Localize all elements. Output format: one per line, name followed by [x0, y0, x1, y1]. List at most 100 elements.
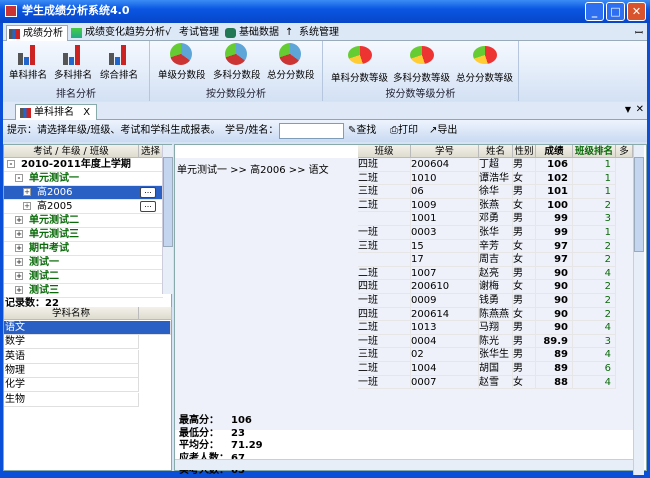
table-cell: 90	[536, 266, 573, 281]
column-header[interactable]: 姓名	[479, 145, 513, 158]
tree-node[interactable]: + 测试一	[4, 256, 163, 270]
table-cell: 丁超	[479, 158, 513, 172]
table-cell: 2	[573, 253, 616, 267]
expand-icon[interactable]: +	[15, 230, 23, 238]
find-label: 查找	[356, 125, 377, 136]
minimize-button[interactable]: _	[585, 2, 604, 21]
expand-icon[interactable]: +	[15, 244, 23, 252]
tree-node[interactable]: + 高2005...	[4, 200, 163, 214]
table-cell: 200614	[411, 307, 479, 322]
table-row[interactable]: 17 周吉女 97 2	[175, 253, 633, 267]
collapse-icon[interactable]: -	[7, 160, 15, 168]
expand-icon[interactable]: +	[15, 258, 23, 266]
subject-item[interactable]: 化学	[4, 378, 139, 393]
pin-icon[interactable]: ꟷ	[635, 25, 643, 39]
tree-node-label: 单元测试二	[29, 215, 79, 226]
table-row[interactable]: 四班 200614 陈燕燕女 90 2	[175, 307, 633, 322]
table-row[interactable]: 二班 1009 张燕女 100 2	[175, 198, 633, 213]
subject-item[interactable]: 生物	[4, 392, 139, 407]
table-cell: 男	[513, 266, 536, 281]
table-row[interactable]: 四班 200610 谢梅女 90 2	[175, 280, 633, 294]
tab-system-management[interactable]: ↑ 系统管理	[283, 25, 339, 41]
tab-score-analysis[interactable]: 成绩分析	[6, 25, 68, 41]
select-button[interactable]: ...	[140, 187, 156, 198]
table-row[interactable]: 1001 邓勇男 99 3	[175, 212, 633, 226]
expand-icon[interactable]: +	[15, 272, 23, 280]
expand-icon[interactable]: +	[15, 286, 23, 294]
column-header[interactable]: 学号	[411, 145, 479, 158]
doc-tab-single-rank[interactable]: 单科排名 X	[15, 104, 98, 121]
table-row[interactable]: 三班 15 辛芳女 97 2	[175, 239, 633, 254]
tree-node[interactable]: + 单元测试二	[4, 214, 163, 228]
expand-icon[interactable]: +	[15, 216, 23, 224]
tree-node[interactable]: -2010-2011年度上学期	[4, 158, 163, 172]
arrow-up-icon: ↑	[285, 27, 294, 38]
single-subject-rank-button[interactable]: 单科排名	[9, 43, 47, 81]
column-header[interactable]: 性别	[513, 145, 536, 158]
close-icon[interactable]: ✕	[636, 104, 644, 115]
table-cell: 97	[536, 253, 573, 267]
stat-label: 最高分：	[179, 415, 219, 426]
multi-band-button[interactable]: 多科分数段	[213, 43, 261, 81]
export-button[interactable]: ↗导出	[429, 120, 457, 142]
table-row[interactable]: 一班 0004 陈光男 89.9 3	[175, 334, 633, 349]
single-level-button[interactable]: 单科分数等级	[331, 43, 388, 84]
main-frame: 成绩分析 成绩变化趋势分析 √ 考试管理 基础数据 ↑ 系统管理 ꟷ 单科排名 多科…	[3, 23, 647, 476]
multi-level-button[interactable]: 多科分数等级	[393, 43, 450, 84]
single-band-button[interactable]: 单级分数段	[158, 43, 206, 81]
subject-item[interactable]: 语文	[4, 321, 171, 335]
dropdown-icon[interactable]: ▼	[625, 105, 631, 114]
table-cell: 男	[513, 226, 536, 240]
tree-node[interactable]: + 测试二	[4, 270, 163, 284]
table-row[interactable]: 二班 1004 胡国男 89 6	[175, 362, 633, 376]
tree-scrollbar[interactable]	[162, 145, 173, 294]
collapse-icon[interactable]: -	[15, 174, 23, 182]
id-name-input[interactable]	[279, 123, 344, 139]
tab-label: 成绩分析	[23, 28, 63, 39]
find-button[interactable]: ✎查找	[348, 120, 376, 142]
close-button[interactable]: ✕	[627, 2, 646, 21]
column-header[interactable]: 班级	[358, 145, 411, 158]
table-row[interactable]: 一班 0003 张华男 99 1	[175, 226, 633, 240]
table-cell: 三班	[358, 185, 411, 199]
expand-icon[interactable]: +	[23, 188, 31, 196]
horizontal-scrollbar[interactable]	[175, 459, 633, 470]
tab-base-data[interactable]: 基础数据	[223, 25, 279, 41]
tab-trend-analysis[interactable]: 成绩变化趋势分析	[69, 25, 165, 41]
column-header[interactable]: 成绩	[536, 145, 573, 158]
select-button[interactable]: ...	[140, 201, 156, 212]
tab-exam-management[interactable]: √ 考试管理	[163, 25, 219, 41]
table-row[interactable]: 一班 0009 钱勇男 90 2	[175, 294, 633, 308]
total-level-button[interactable]: 总分分数等级	[456, 43, 513, 84]
grid-scrollbar[interactable]	[633, 145, 644, 475]
table-row[interactable]: 二班 1007 赵亮男 90 4	[175, 266, 633, 281]
maximize-button[interactable]: □	[606, 2, 625, 21]
table-cell: 徐华	[479, 185, 513, 199]
total-band-button[interactable]: 总分分数段	[267, 43, 315, 81]
table-row[interactable]: 二班 1013 马翔男 90 4	[175, 321, 633, 335]
table-cell: 0007	[411, 375, 479, 390]
tree-node[interactable]: + 单元测试三	[4, 228, 163, 242]
subject-item[interactable]: 英语	[4, 349, 139, 364]
table-row[interactable]: 三班 02 张华生男 89 4	[175, 348, 633, 362]
table-cell: 女	[513, 198, 536, 213]
subject-item[interactable]: 物理	[4, 363, 139, 378]
overall-rank-button[interactable]: 综合排名	[100, 43, 138, 81]
column-header[interactable]: 多科	[616, 145, 633, 158]
print-button[interactable]: ⎙打印	[390, 120, 418, 142]
subject-item[interactable]: 数学	[4, 335, 139, 350]
close-tab-icon[interactable]: X	[83, 107, 90, 118]
table-cell: 97	[536, 239, 573, 254]
column-header[interactable]: 班级排名	[573, 145, 616, 158]
tree-node[interactable]: + 期中考试	[4, 242, 163, 256]
table-row[interactable]: 三班 06 徐华男 101 1	[175, 185, 633, 199]
table-row[interactable]	[175, 389, 633, 403]
table-cell: 99	[536, 226, 573, 240]
tree-node[interactable]: - 单元测试一	[4, 172, 163, 186]
multi-subject-rank-button[interactable]: 多科排名	[54, 43, 92, 81]
export-label: 导出	[437, 125, 458, 136]
table-row[interactable]: 一班 0007 赵雪女 88 4	[175, 375, 633, 390]
tree-node[interactable]: + 高2006...	[4, 186, 163, 200]
expand-icon[interactable]: +	[23, 202, 31, 210]
table-cell: 4	[573, 266, 616, 281]
